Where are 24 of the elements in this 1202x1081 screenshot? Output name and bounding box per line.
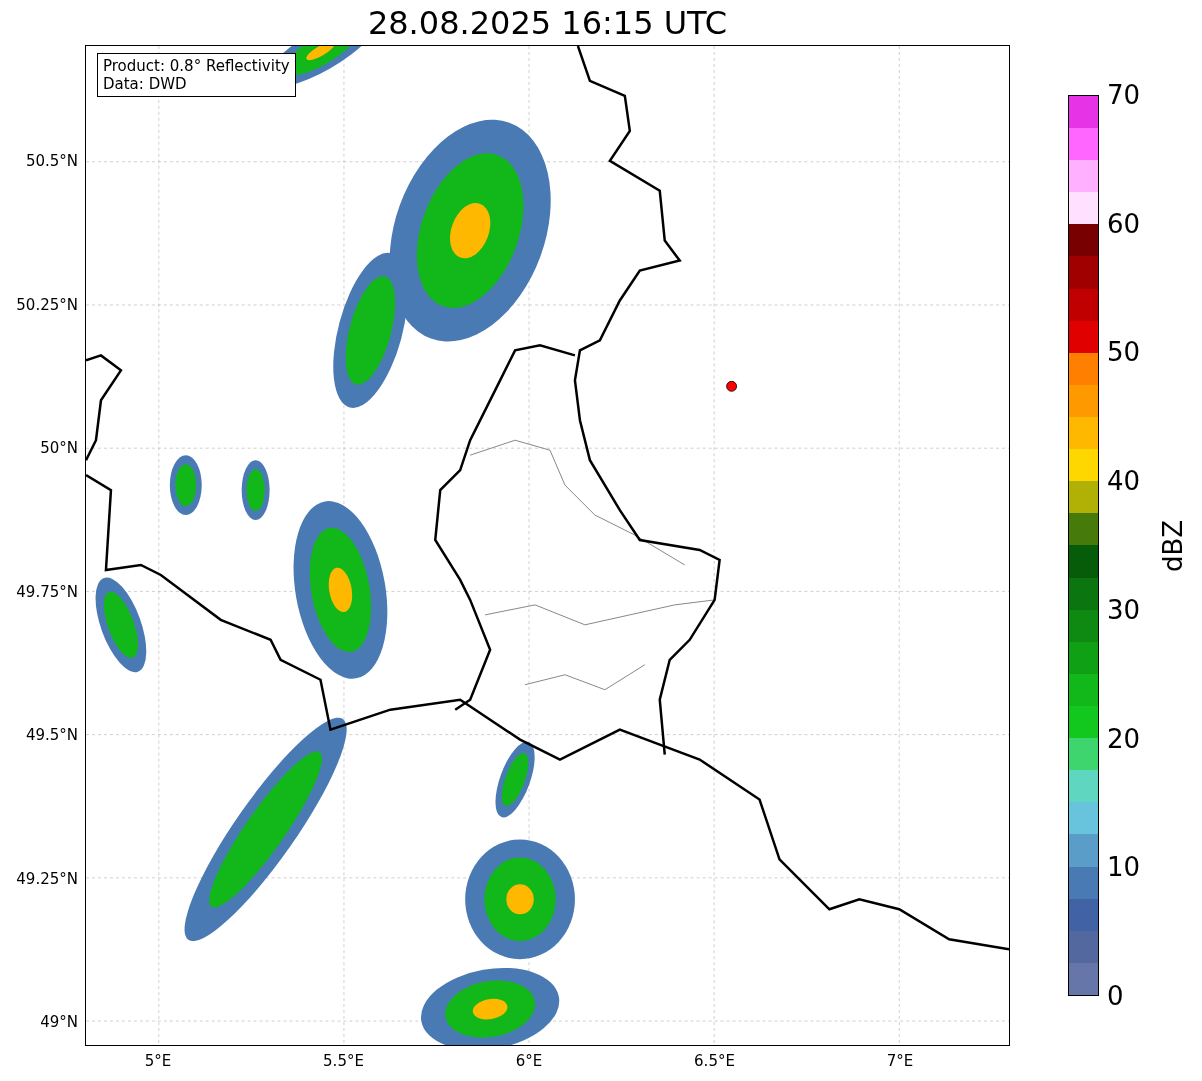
chart-title: 28.08.2025 16:15 UTC xyxy=(367,3,728,42)
scale-tick-label: 10 xyxy=(1107,852,1141,883)
scale-unit-label: dBZ xyxy=(1158,519,1188,572)
scale-tick-label: 60 xyxy=(1107,208,1141,239)
scale-tick-label: 30 xyxy=(1107,594,1141,625)
latitude-label: 50°N xyxy=(40,439,78,457)
scale-tick-label: 40 xyxy=(1107,466,1141,497)
latitude-label: 49.75°N xyxy=(16,582,78,601)
scale-tick-label: 0 xyxy=(1107,981,1124,1011)
latitude-label: 50.25°N xyxy=(16,295,78,314)
latitude-label: 49°N xyxy=(40,1013,78,1031)
info-text: Data: DWD xyxy=(103,75,188,93)
longitude-label: 6.5°E xyxy=(694,1052,735,1070)
scale-tick-label: 70 xyxy=(1107,80,1141,110)
scale-tick-label: 50 xyxy=(1107,337,1141,368)
latitude-label: 50.5°N xyxy=(25,152,78,170)
longitude-label: 5.5°E xyxy=(323,1052,364,1070)
scale-tick-label: 20 xyxy=(1107,723,1141,754)
latitude-label: 49.5°N xyxy=(25,726,78,744)
info-text: Product: 0.8° Reflectivity xyxy=(103,57,290,75)
longitude-label: 5°E xyxy=(144,1052,172,1070)
latitude-label: 49.25°N xyxy=(16,869,78,888)
longitude-label: 6°E xyxy=(515,1052,543,1070)
longitude-label: 7°E xyxy=(886,1052,914,1070)
